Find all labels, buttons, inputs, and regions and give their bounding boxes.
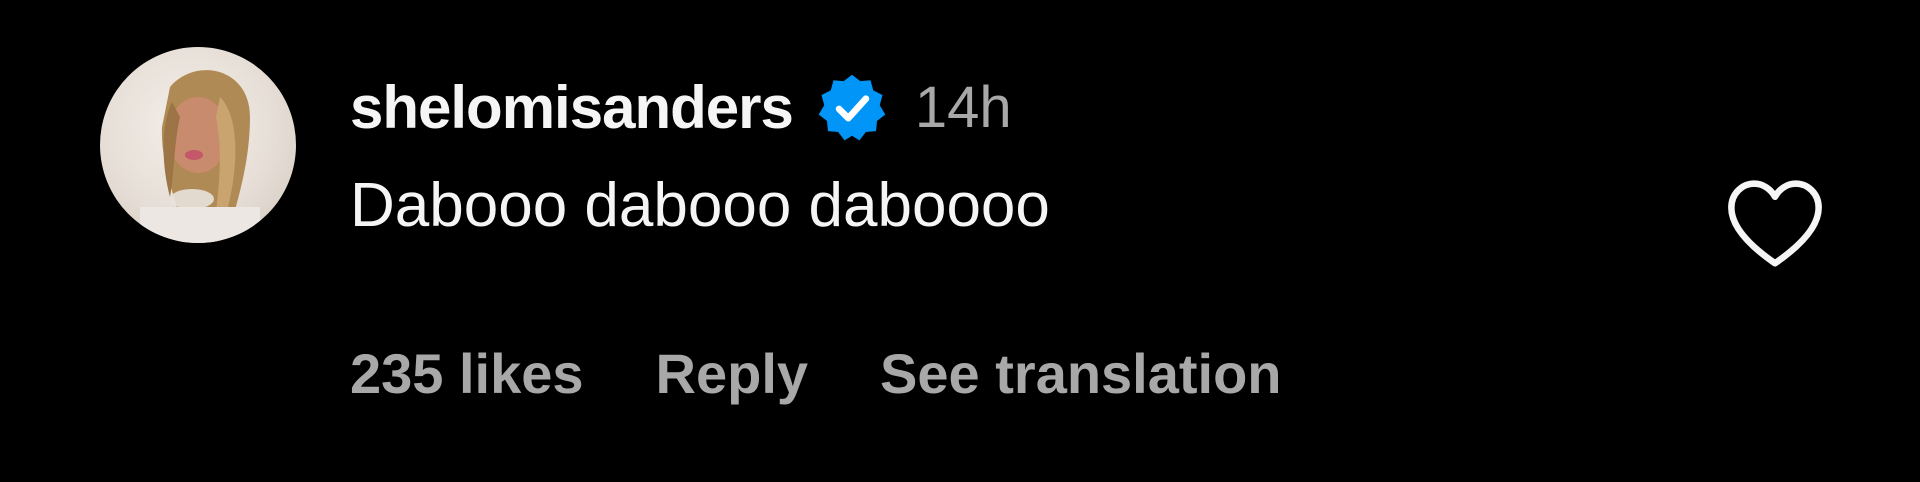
reply-button[interactable]: Reply xyxy=(656,334,809,414)
username-link[interactable]: shelomisanders xyxy=(350,68,794,148)
comment-text: Dabooo dabooo daboooo xyxy=(350,171,1050,240)
avatar-photo xyxy=(140,70,260,243)
likes-count-link[interactable]: 235 likes xyxy=(350,334,584,414)
avatar[interactable] xyxy=(100,47,296,243)
verified-badge-icon xyxy=(815,71,889,145)
heart-outline-icon xyxy=(1728,180,1822,267)
see-translation-button[interactable]: See translation xyxy=(880,334,1281,414)
comment-timestamp: 14h xyxy=(914,75,1012,140)
comment-panel: shelomisanders 14h Dabooo dabooo daboooo… xyxy=(0,0,1920,482)
comment-actions: 235 likes Reply See translation xyxy=(350,334,1354,414)
comment-body: shelomisanders 14h Dabooo dabooo daboooo xyxy=(350,68,1700,246)
comment-header: shelomisanders 14h xyxy=(350,68,1700,148)
like-button[interactable] xyxy=(1722,176,1828,272)
